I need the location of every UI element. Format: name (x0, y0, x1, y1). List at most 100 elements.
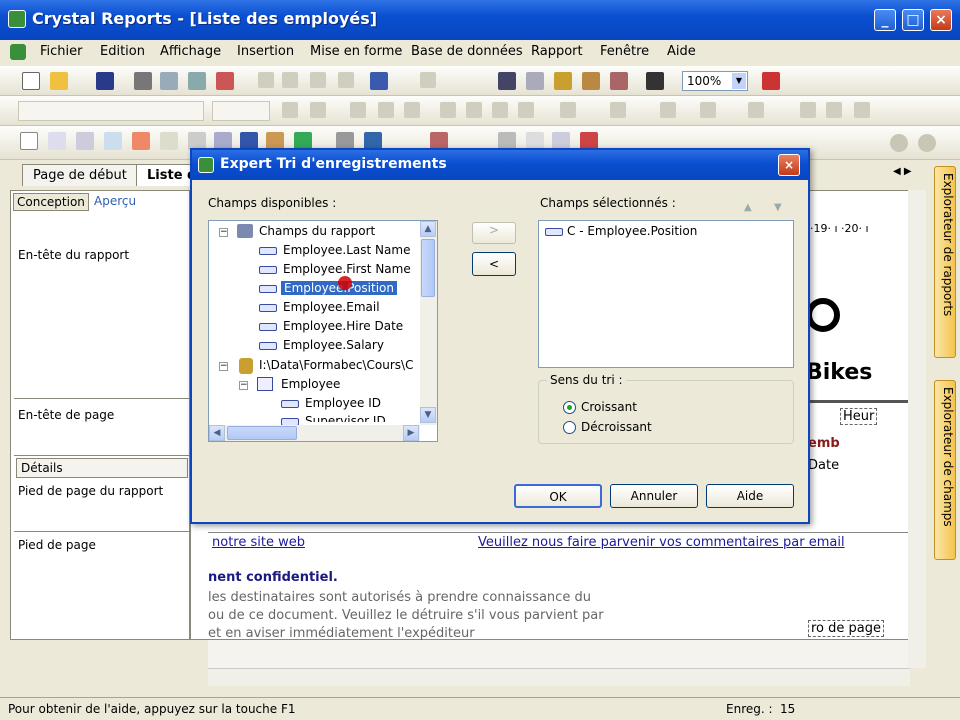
collapse-icon[interactable]: − (219, 228, 228, 237)
menu-rapport[interactable]: Rapport (531, 44, 583, 59)
new-icon[interactable] (22, 72, 40, 90)
nav-back-icon[interactable] (890, 134, 908, 152)
ascending-label[interactable]: Croissant (581, 400, 637, 414)
field-explorer-tab[interactable]: Explorateur de champs (934, 380, 956, 560)
add-field-button[interactable]: > (472, 222, 516, 244)
tree-hscrollbar[interactable]: ◀ ▶ (209, 425, 420, 441)
section-page-footer[interactable]: Pied de page (18, 538, 96, 552)
scroll-up-icon[interactable]: ▲ (420, 221, 436, 237)
sort-direction-group: Sens du tri : Croissant Décroissant (538, 373, 794, 444)
print-preview-icon[interactable] (160, 72, 178, 90)
scroll-thumb[interactable] (227, 426, 297, 440)
repository-icon[interactable] (554, 72, 572, 90)
site-link[interactable]: notre site web (212, 535, 305, 550)
status-help-text: Pour obtenir de l'aide, appuyez sur la t… (8, 702, 296, 716)
selected-fields-list[interactable]: C - Employee.Position (538, 220, 794, 368)
find-icon[interactable] (646, 72, 664, 90)
menu-fichier[interactable]: Fichier (40, 44, 83, 59)
tree-field-last-name[interactable]: Employee.Last Name (283, 243, 410, 257)
tree-field-salary[interactable]: Employee.Salary (283, 338, 384, 352)
available-fields-tree[interactable]: − Champs du rapport Employee.Last Name E… (208, 220, 438, 442)
report-vscrollbar[interactable] (908, 190, 926, 668)
cancel-button[interactable]: Annuler (610, 484, 698, 508)
available-fields-label: Champs disponibles : (208, 196, 337, 210)
zoom-select[interactable]: 100% ▼ (682, 71, 748, 91)
scroll-right-icon[interactable]: ▶ (403, 425, 419, 441)
field-icon (281, 400, 299, 408)
subreport-icon[interactable] (160, 132, 178, 150)
tab-scroll-arrows[interactable]: ◀ ▶ (893, 166, 912, 177)
scroll-down-icon[interactable]: ▼ (420, 407, 436, 423)
tree-node-db-path[interactable]: I:\Data\Formabec\Cours\C (259, 358, 419, 372)
section-page-header[interactable]: En-tête de page (18, 408, 114, 422)
report-hscrollbar[interactable] (208, 668, 910, 686)
field-explorer-icon[interactable] (498, 72, 516, 90)
align-left-icon (440, 102, 456, 118)
save-icon[interactable] (96, 72, 114, 90)
help-icon[interactable] (762, 72, 780, 90)
tree-field-hire-date[interactable]: Employee.Hire Date (283, 319, 403, 333)
chevron-down-icon[interactable]: ▼ (732, 73, 746, 89)
dependency-icon[interactable] (582, 72, 600, 90)
export-icon[interactable] (216, 72, 234, 90)
menu-edition[interactable]: Edition (100, 44, 145, 59)
close-button[interactable]: × (930, 9, 952, 31)
descending-label[interactable]: Décroissant (581, 420, 652, 434)
menu-aide[interactable]: Aide (667, 44, 696, 59)
scroll-left-icon[interactable]: ◀ (209, 425, 225, 441)
tree-field-first-name[interactable]: Employee.First Name (283, 262, 411, 276)
page-number-field[interactable]: ro de page (808, 620, 884, 637)
menu-affichage[interactable]: Affichage (160, 44, 221, 59)
menu-fenetre[interactable]: Fenêtre (600, 44, 649, 59)
remove-field-button[interactable]: < (472, 252, 516, 276)
section-details[interactable]: Détails (16, 458, 188, 478)
minimize-button[interactable]: _ (874, 9, 896, 31)
cross-tab-icon[interactable] (104, 132, 122, 150)
collapse-icon[interactable]: − (219, 362, 228, 371)
selected-field-item[interactable]: C - Employee.Position (567, 224, 697, 238)
tree-vscrollbar[interactable]: ▲ ▼ (420, 221, 437, 425)
feedback-link[interactable]: Veuillez nous faire parvenir vos comment… (478, 535, 845, 550)
tab-page-de-debut[interactable]: Page de début (22, 164, 138, 186)
report-explorer-icon[interactable] (526, 72, 544, 90)
tab-apercu[interactable]: Aperçu (91, 193, 147, 211)
text-object-icon[interactable] (20, 132, 38, 150)
font-name-select[interactable] (18, 101, 204, 121)
report-explorer-tab[interactable]: Explorateur de rapports (934, 166, 956, 358)
open-icon[interactable] (50, 72, 68, 90)
menu-base-de-donnees[interactable]: Base de données (411, 44, 523, 59)
tree-node-employee-table[interactable]: Employee (281, 377, 340, 391)
print-icon[interactable] (134, 72, 152, 90)
olap-icon[interactable] (132, 132, 150, 150)
ok-button[interactable]: OK (514, 484, 602, 508)
refresh-icon[interactable] (188, 72, 206, 90)
help-button[interactable]: Aide (706, 484, 794, 508)
tree-field-employee-id[interactable]: Employee ID (305, 396, 381, 410)
tree-field-supervisor-id[interactable]: Supervisor ID (305, 414, 386, 422)
group-icon[interactable] (48, 132, 66, 150)
maximize-button[interactable]: □ (902, 9, 924, 31)
undo-icon[interactable] (370, 72, 388, 90)
nav-forward-icon[interactable] (918, 134, 936, 152)
sort-icon[interactable] (610, 72, 628, 90)
dialog-close-button[interactable]: × (778, 154, 800, 176)
tree-node-report-fields[interactable]: Champs du rapport (259, 224, 375, 238)
ascending-radio[interactable] (563, 401, 576, 414)
scroll-thumb[interactable] (421, 239, 435, 297)
date-field[interactable]: Date (808, 458, 839, 473)
menu-mise-en-forme[interactable]: Mise en forme (310, 44, 402, 59)
summary-icon[interactable] (76, 132, 94, 150)
tree-field-email[interactable]: Employee.Email (283, 300, 380, 314)
underline-icon (404, 102, 420, 118)
menu-insertion[interactable]: Insertion (237, 44, 294, 59)
time-field[interactable]: Heur (840, 408, 878, 425)
dialog-titlebar: Expert Tri d'enregistrements × (192, 150, 808, 180)
tab-label: Page de début (33, 168, 127, 183)
section-report-footer[interactable]: Pied de page du rapport (18, 484, 163, 498)
font-size-select[interactable] (212, 101, 270, 121)
collapse-icon[interactable]: − (239, 381, 248, 390)
tab-conception[interactable]: Conception (13, 193, 89, 211)
logo-bikes-text: Bikes (806, 360, 873, 385)
section-report-header[interactable]: En-tête du rapport (18, 248, 129, 262)
descending-radio[interactable] (563, 421, 576, 434)
